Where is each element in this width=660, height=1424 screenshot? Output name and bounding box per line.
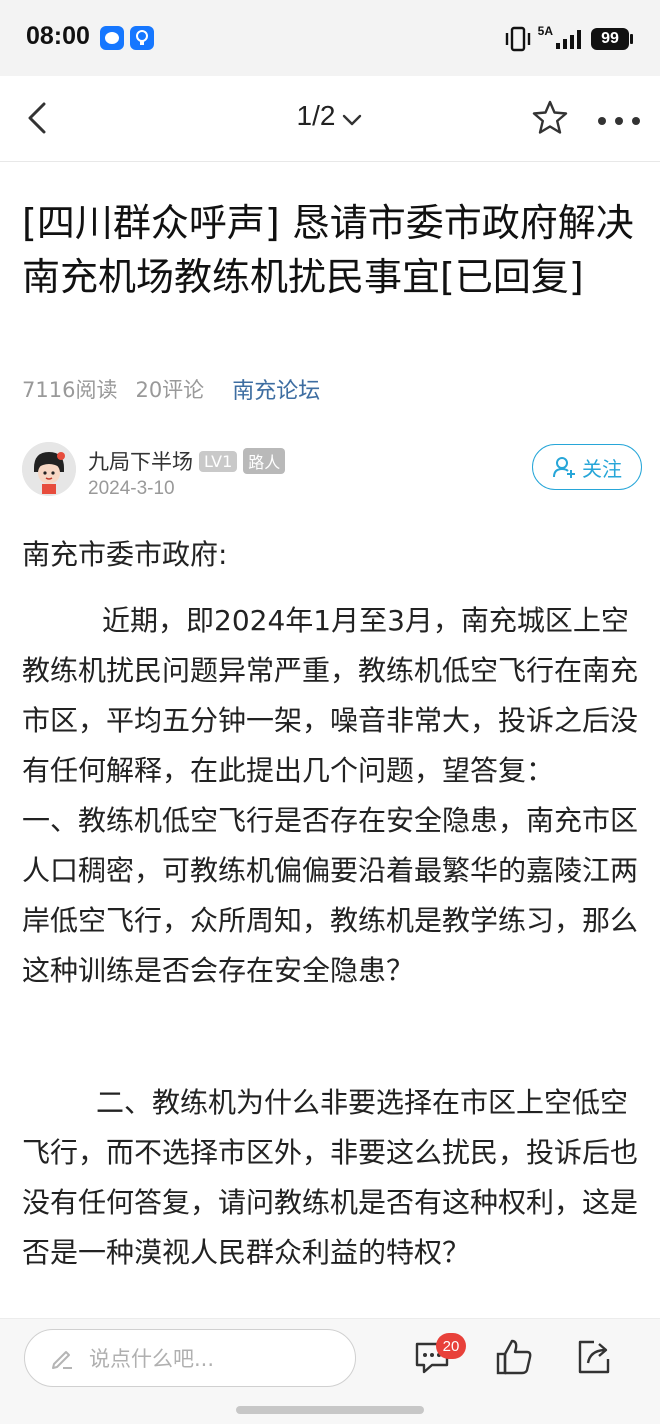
signal-icon [556,30,581,49]
read-count: 7116阅读 [22,378,118,402]
edit-icon [52,1351,72,1369]
share-button[interactable] [574,1337,614,1377]
letter-greeting: 南充市委市政府: [22,538,228,571]
home-indicator[interactable] [236,1406,424,1414]
comment-count-badge: 20 [436,1333,466,1359]
star-icon [532,100,568,134]
battery-indicator: 99 [591,28,629,50]
article-title: [四川群众呼声] 恳请市委市政府解决南充机场教练机扰民事宜[已回复] [22,201,634,299]
more-icon [598,117,640,125]
status-time: 08:00 [26,22,90,50]
level-badge: LV1 [199,450,238,472]
thumbs-up-icon [496,1339,532,1375]
paragraph-1: 近期，即2024年1月至3月，南充城区上空教练机扰民问题异常严重，教练机低空飞行… [22,604,639,987]
author-row: 九局下半场 LV1 路人 2024-3-10 关注 [22,442,642,502]
status-indicators: 5A 99 [504,24,634,54]
avatar[interactable] [22,442,76,496]
post-date: 2024-3-10 [88,478,175,499]
bulb-app-icon [130,26,154,50]
article-meta: 7116阅读 20评论 南充论坛 [22,373,320,405]
share-icon [578,1340,610,1374]
author-name[interactable]: 九局下半场 [88,446,193,476]
comment-count-text: 20评论 [135,378,205,402]
forum-link[interactable]: 南充论坛 [232,373,320,405]
follow-button[interactable]: 关注 [532,444,642,490]
follow-label: 关注 [582,456,622,481]
like-button[interactable] [494,1337,534,1377]
chevron-down-icon [341,102,363,134]
status-bar: 08:00 5A 99 [0,0,660,76]
comment-input[interactable]: 说点什么吧... [24,1329,356,1387]
comment-placeholder: 说点什么吧... [89,1347,215,1371]
role-badge: 路人 [243,448,286,474]
vibrate-icon [505,26,530,52]
paragraph-2: 二、教练机为什么非要选择在市区上空低空飞行，而不选择市区外，非要这么扰民，投诉后… [22,1086,639,1269]
more-button[interactable] [596,112,642,125]
author-name-line: 九局下半场 LV1 路人 [88,446,286,476]
page-indicator: 1/2 [296,100,336,131]
battery-tip-icon [630,34,633,44]
favorite-button[interactable] [530,98,570,138]
add-user-icon [553,457,575,478]
network-label: 5A [537,24,553,38]
message-app-icon [100,26,124,50]
top-nav: 1/2 [0,76,660,162]
